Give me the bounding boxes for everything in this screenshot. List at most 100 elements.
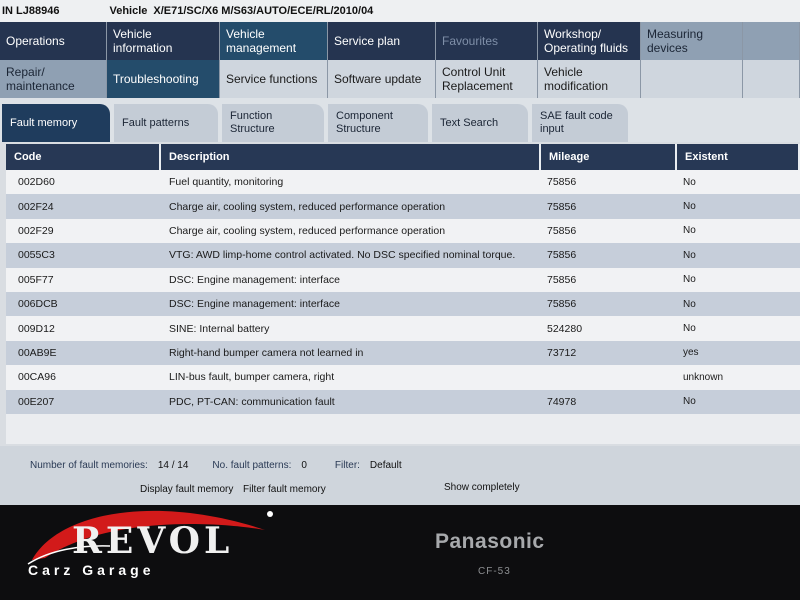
table-row[interactable]: 009D12 SINE: Internal battery 524280 No (6, 316, 800, 341)
cell-existent: No (683, 274, 696, 286)
vin-value: IN LJ88946 (2, 5, 60, 17)
cell-mileage: 73712 (547, 346, 577, 359)
laptop-brand-label: Panasonic (435, 530, 545, 553)
filter-label: Filter: (334, 460, 360, 471)
filter-fault-memory-button[interactable]: Filter fault memory (243, 484, 326, 495)
column-header-code[interactable]: Code (6, 144, 161, 170)
fault-memories-value: 14 / 14 (157, 460, 189, 471)
nav-empty-slot-3 (743, 60, 800, 98)
show-completely-button[interactable]: Show completely (444, 482, 520, 493)
cell-code: 002D60 (18, 176, 55, 189)
cell-code: 006DCB (18, 298, 58, 311)
sub-tab-bar: Fault memory Fault patterns Function Str… (0, 98, 800, 142)
cell-code: 00AB9E (18, 346, 57, 359)
fault-memory-table: Code Description Mileage Existent 002D60… (6, 144, 800, 444)
column-header-existent[interactable]: Existent (677, 144, 800, 170)
cell-existent: No (683, 396, 696, 408)
cell-existent: No (683, 323, 696, 335)
fault-patterns-label: No. fault patterns: (212, 460, 292, 471)
table-row[interactable]: 0055C3 VTG: AWD limp-home control activa… (6, 243, 800, 268)
cell-existent: No (683, 201, 696, 213)
column-header-description[interactable]: Description (161, 144, 541, 170)
nav-vehicle-modification[interactable]: Vehicle modification (538, 60, 641, 98)
fault-stats: Number of fault memories: 14 / 14 No. fa… (30, 460, 402, 471)
cell-existent: unknown (683, 371, 724, 383)
cell-description: Charge air, cooling system, reduced perf… (169, 200, 446, 213)
cell-description: Right-hand bumper camera not learned in (169, 346, 364, 359)
cell-mileage: 75856 (547, 200, 577, 213)
cell-code: 002F29 (18, 224, 54, 237)
cell-mileage: 75856 (547, 273, 577, 286)
table-row[interactable]: 00CA96 LIN-bus fault, bumper camera, rig… (6, 365, 800, 390)
nav-measuring-devices[interactable]: Measuring devices (641, 22, 743, 60)
nav-repair-maintenance[interactable]: Repair/ maintenance (0, 60, 107, 98)
table-row[interactable]: 006DCB DSC: Engine management: interface… (6, 291, 800, 317)
cell-code: 005F77 (18, 273, 54, 286)
table-row[interactable]: 002D60 Fuel quantity, monitoring 75856 N… (6, 170, 800, 195)
cell-existent: No (683, 176, 696, 188)
nav-software-update[interactable]: Software update (328, 60, 436, 98)
nav-empty-slot (743, 22, 800, 60)
cell-code: 009D12 (18, 322, 55, 335)
cell-existent: No (683, 249, 696, 261)
cell-mileage: 524280 (547, 322, 583, 335)
nav-workshop-operating-fluids[interactable]: Workshop/ Operating fluids (538, 22, 641, 60)
nav-vehicle-information[interactable]: Vehicle information (107, 22, 220, 60)
cell-mileage: 74978 (547, 395, 577, 408)
main-nav-row-2: Repair/ maintenance Troubleshooting Serv… (0, 60, 800, 98)
cell-description: DSC: Engine management: interface (169, 298, 341, 311)
nav-service-functions[interactable]: Service functions (220, 60, 328, 98)
cell-existent: No (683, 298, 696, 310)
nav-control-unit-replacement[interactable]: Control Unit Replacement (436, 60, 538, 98)
table-row[interactable]: 002F24 Charge air, cooling system, reduc… (6, 194, 800, 219)
cell-mileage: 75856 (547, 224, 577, 237)
fault-memory-footer: Number of fault memories: 14 / 14 No. fa… (0, 446, 800, 505)
diagnostic-screen: IN LJ88946 Vehicle X/E71/SC/X6 M/S63/AUT… (0, 0, 800, 505)
cell-existent: yes (683, 347, 699, 359)
fault-patterns-value: 0 (301, 460, 307, 471)
tab-text-search[interactable]: Text Search (432, 104, 528, 142)
watermark-logo: REVOL Carz Garage (20, 500, 285, 595)
column-header-mileage[interactable]: Mileage (541, 144, 677, 170)
vehicle-label: Vehicle (109, 5, 148, 17)
display-fault-memory-button[interactable]: Display fault memory (140, 484, 233, 495)
cell-description: DSC: Engine management: interface (169, 273, 341, 286)
table-row[interactable]: 002F29 Charge air, cooling system, reduc… (6, 218, 800, 244)
cell-description: LIN-bus fault, bumper camera, right (169, 371, 335, 384)
tab-function-structure[interactable]: Function Structure (222, 104, 324, 142)
table-header: Code Description Mileage Existent (6, 144, 800, 170)
filter-value: Default (369, 460, 402, 471)
tab-sae-fault-code-input[interactable]: SAE fault code input (532, 104, 628, 142)
laptop-model-label: CF-53 (478, 566, 511, 577)
cell-mileage: 75856 (547, 298, 577, 311)
watermark-subtitle: Carz Garage (28, 562, 155, 578)
tab-component-structure[interactable]: Component Structure (328, 104, 428, 142)
nav-vehicle-management[interactable]: Vehicle management (220, 22, 328, 60)
cell-description: SINE: Internal battery (169, 322, 270, 335)
vehicle-info-bar: IN LJ88946 Vehicle X/E71/SC/X6 M/S63/AUT… (0, 0, 800, 22)
table-row[interactable]: 00E207 PDC, PT-CAN: communication fault … (6, 389, 800, 414)
cell-code: 00E207 (18, 395, 55, 408)
tab-fault-patterns[interactable]: Fault patterns (114, 104, 218, 142)
watermark-title: REVOL (72, 520, 234, 562)
table-row[interactable]: 00AB9E Right-hand bumper camera not lear… (6, 340, 800, 366)
tab-fault-memory[interactable]: Fault memory (2, 104, 110, 142)
fault-memories-label: Number of fault memories: (30, 460, 148, 471)
cell-code: 00CA96 (18, 371, 56, 384)
cell-mileage: 75856 (547, 249, 577, 262)
cell-description: Charge air, cooling system, reduced perf… (169, 224, 446, 237)
table-row[interactable]: 005F77 DSC: Engine management: interface… (6, 267, 800, 292)
vehicle-value: X/E71/SC/X6 M/S63/AUTO/ECE/RL/2010/04 (153, 5, 374, 17)
cell-existent: No (683, 225, 696, 237)
main-nav-row-1: Operations Vehicle information Vehicle m… (0, 22, 800, 60)
nav-empty-slot-2 (641, 60, 743, 98)
nav-service-plan[interactable]: Service plan (328, 22, 436, 60)
cell-description: Fuel quantity, monitoring (169, 176, 284, 189)
cell-mileage: 75856 (547, 176, 577, 189)
nav-favourites[interactable]: Favourites (436, 22, 538, 60)
cell-code: 002F24 (18, 200, 54, 213)
nav-troubleshooting[interactable]: Troubleshooting (107, 60, 220, 98)
cell-description: VTG: AWD limp-home control activated. No… (169, 249, 516, 262)
nav-operations[interactable]: Operations (0, 22, 107, 60)
cell-code: 0055C3 (18, 249, 55, 262)
